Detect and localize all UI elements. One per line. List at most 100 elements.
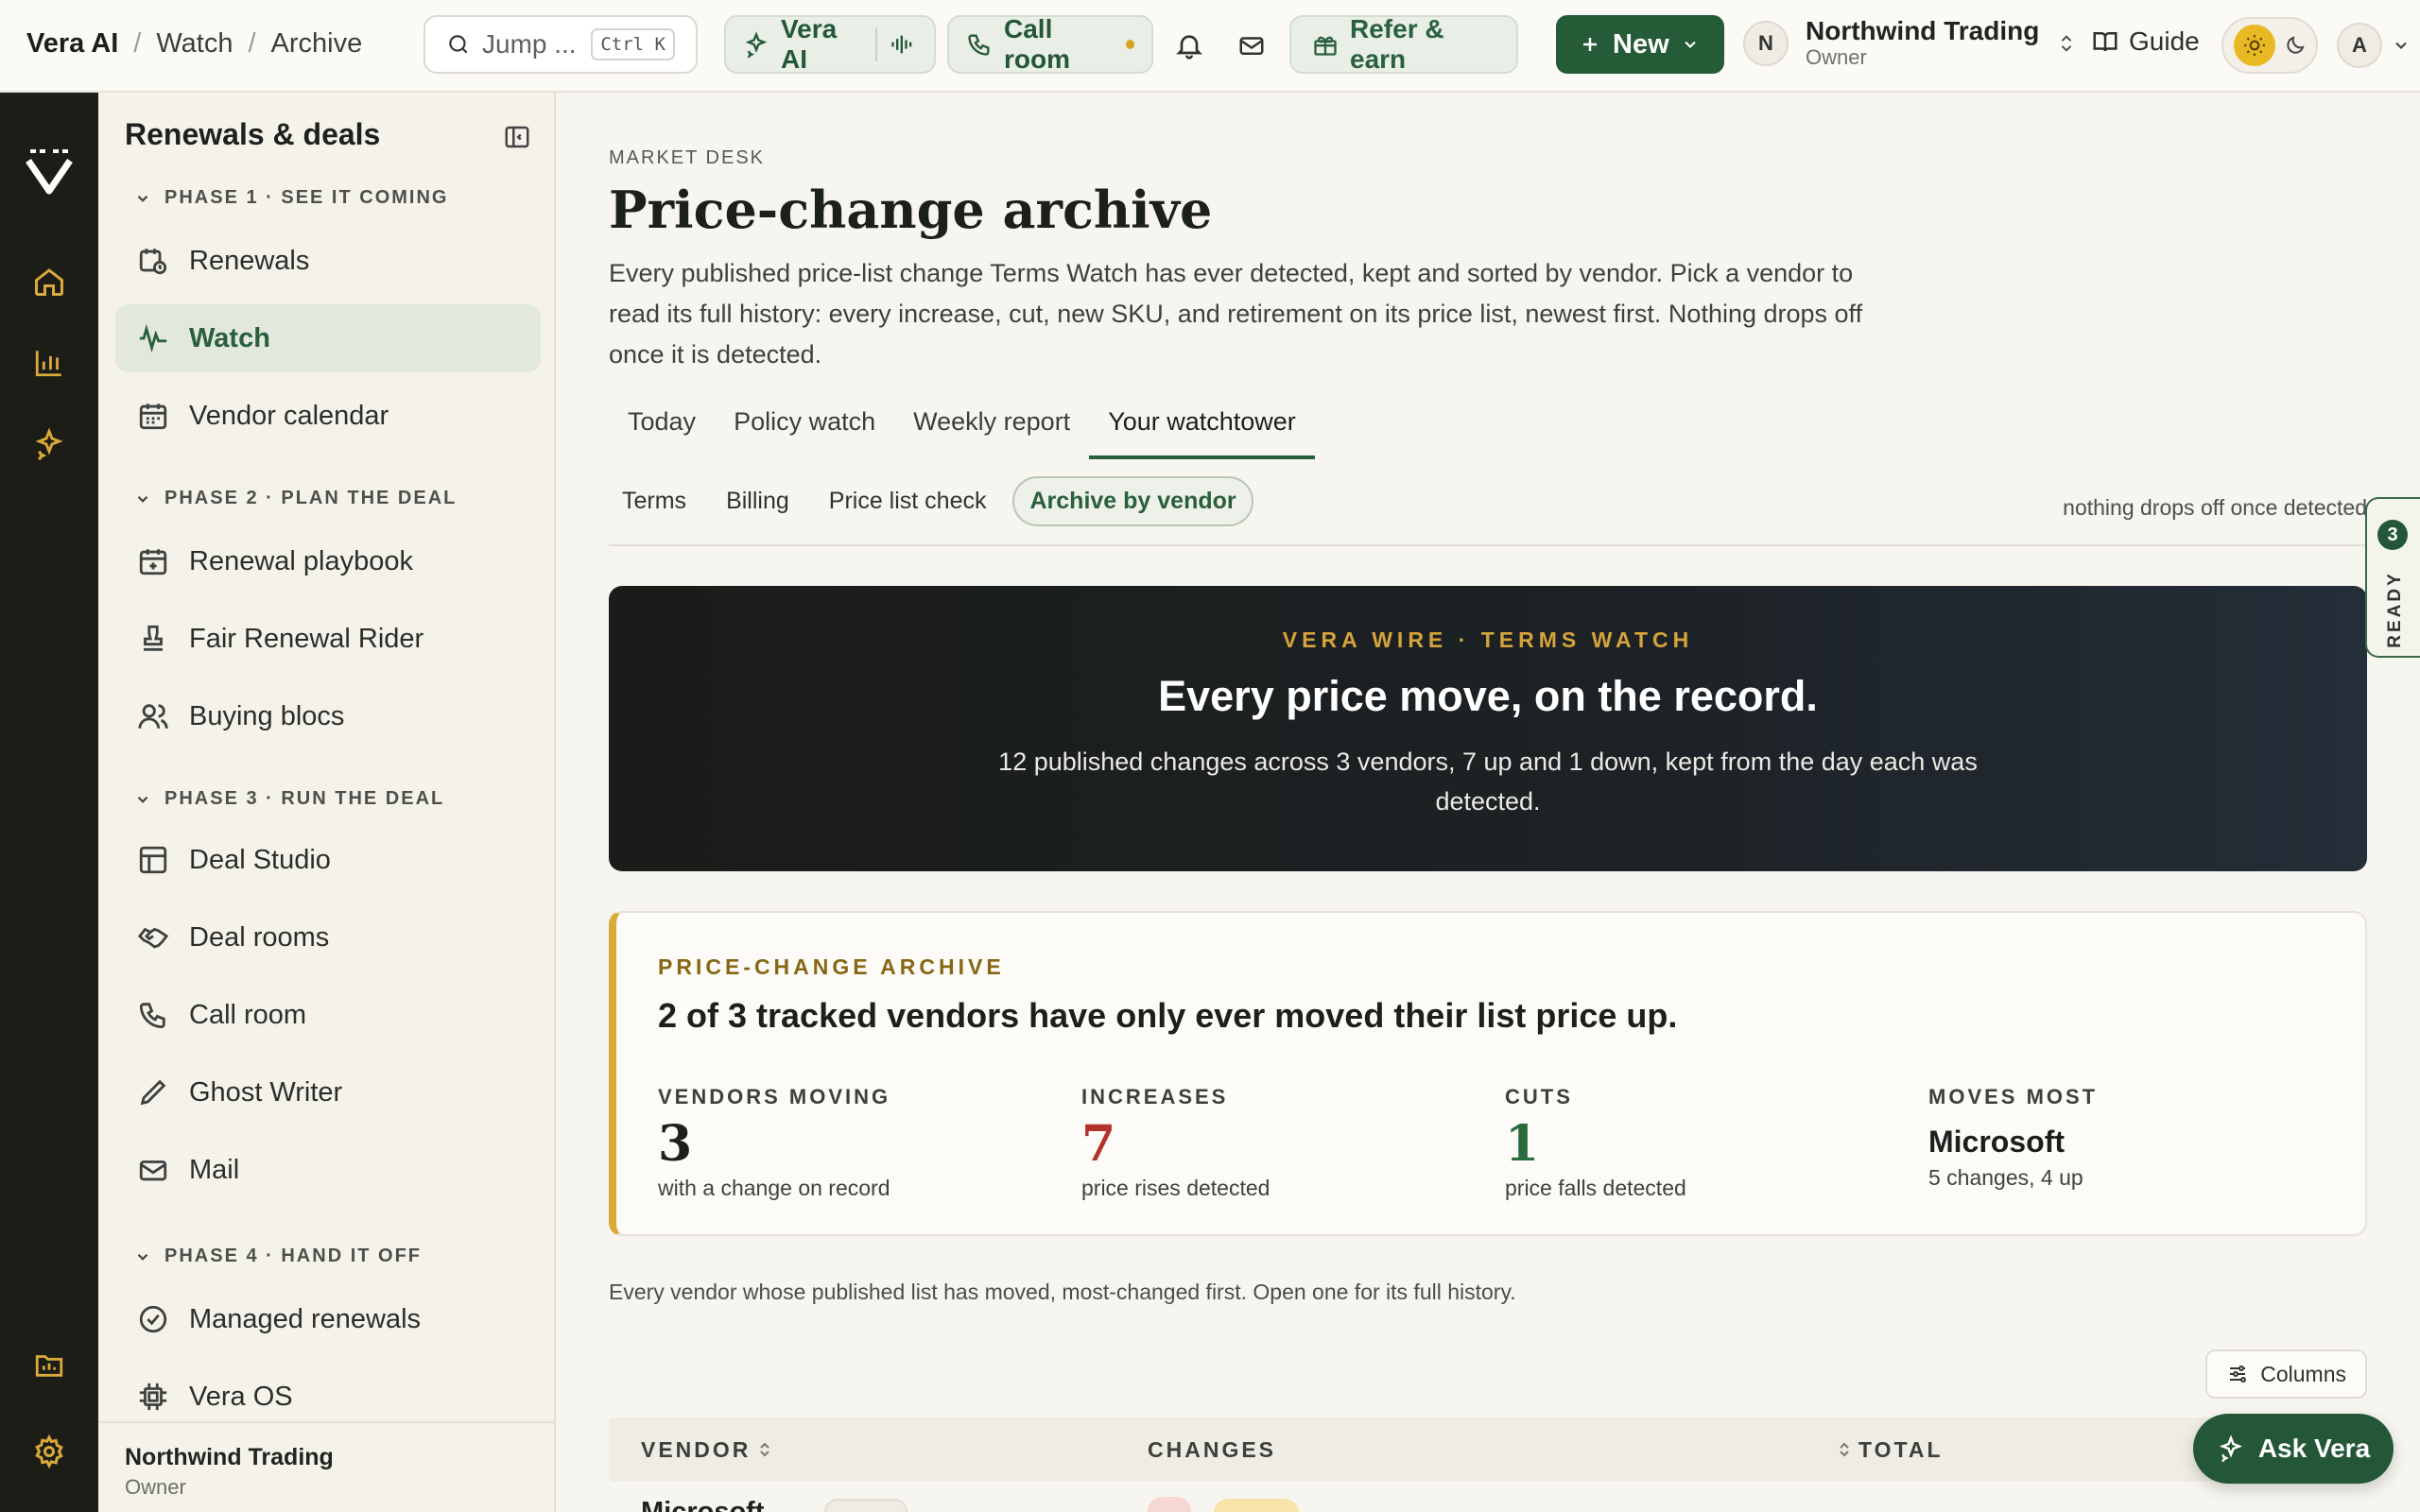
stat-increases: INCREASES 7 price rises detected — [1081, 1085, 1270, 1200]
breadcrumb-root[interactable]: Vera AI — [26, 28, 118, 60]
chevron-down-icon — [1681, 35, 1700, 54]
sparkle-icon[interactable] — [26, 421, 72, 467]
calendar-clock-icon — [136, 244, 170, 278]
new-button[interactable]: New — [1556, 15, 1724, 74]
footer-org-role: Owner — [125, 1475, 186, 1499]
sidebar-item-vendor-calendar[interactable]: Vendor calendar — [115, 382, 541, 450]
search-placeholder: Jump ... — [482, 29, 577, 59]
phone-icon — [966, 31, 993, 58]
users-icon — [136, 699, 170, 733]
stat-cuts: CUTS 1 price falls detected — [1505, 1085, 1686, 1200]
ready-drawer-tab[interactable]: 3 READY — [2365, 497, 2420, 658]
org-switcher[interactable]: N Northwind Trading Owner — [1743, 17, 2077, 70]
ask-vera-button[interactable]: Ask Vera — [2193, 1414, 2394, 1484]
search-icon — [446, 32, 471, 57]
sidebar-title: Renewals & deals — [125, 117, 381, 151]
refer-label: Refer & earn — [1350, 14, 1444, 74]
column-header-changes: CHANGES — [1148, 1436, 1277, 1462]
app-rail — [0, 93, 98, 1512]
breadcrumb-watch[interactable]: Watch — [156, 28, 233, 60]
chart-icon[interactable] — [26, 340, 72, 386]
phase-1-header[interactable]: PHASE 1 · SEE IT COMING — [134, 187, 448, 209]
increase-pill — [1148, 1497, 1191, 1512]
archive-summary-card: PRICE-CHANGE ARCHIVE 2 of 3 tracked vend… — [609, 911, 2367, 1236]
search-box[interactable]: Jump ... Ctrl K — [424, 15, 698, 74]
theme-toggle[interactable] — [2221, 17, 2318, 74]
org-name: Northwind Trading — [1806, 16, 2040, 45]
guide-link[interactable]: Guide — [2091, 26, 2200, 57]
vera-logo-icon[interactable] — [21, 144, 78, 200]
phase-2-header[interactable]: PHASE 2 · PLAN THE DEAL — [134, 488, 457, 509]
gear-icon[interactable] — [26, 1429, 72, 1474]
sidebar-item-buying-blocs[interactable]: Buying blocs — [115, 682, 541, 750]
book-icon — [2091, 27, 2119, 56]
subtab-price-list-check[interactable]: Price list check — [816, 478, 1000, 524]
vera-ai-label: Vera AI — [781, 14, 838, 74]
bell-icon[interactable] — [1168, 25, 1210, 66]
tab-your-watchtower[interactable]: Your watchtower — [1089, 404, 1315, 459]
sort-icon — [758, 1440, 771, 1459]
sidebar-item-deal-studio[interactable]: Deal Studio — [115, 826, 541, 894]
org-avatar: N — [1743, 21, 1789, 66]
mail-icon — [136, 1153, 170, 1187]
collapse-sidebar-icon[interactable] — [503, 123, 531, 151]
sidebar: Renewals & deals PHASE 1 · SEE IT COMING… — [98, 93, 556, 1512]
subtab-billing[interactable]: Billing — [713, 478, 803, 524]
vera-ai-button[interactable]: Vera AI — [724, 14, 936, 74]
phase-4-header[interactable]: PHASE 4 · HAND IT OFF — [134, 1246, 422, 1267]
inbox-icon[interactable] — [1231, 25, 1272, 66]
sidebar-item-ghost-writer[interactable]: Ghost Writer — [115, 1058, 541, 1126]
stamp-icon — [136, 622, 170, 656]
subtab-archive-by-vendor[interactable]: Archive by vendor — [1012, 476, 1253, 526]
sidebar-item-call-room[interactable]: Call room — [115, 981, 541, 1049]
sidebar-item-renewals[interactable]: Renewals — [115, 227, 541, 295]
search-shortcut: Ctrl K — [591, 28, 675, 60]
breadcrumb-separator: / — [133, 28, 142, 59]
retention-note: nothing drops off once detected — [2063, 495, 2367, 520]
user-menu[interactable]: A — [2337, 23, 2411, 68]
tab-policy-watch[interactable]: Policy watch — [715, 404, 894, 459]
sidebar-item-managed-renewals[interactable]: Managed renewals — [115, 1285, 541, 1353]
phone-icon — [136, 998, 170, 1032]
change-pill — [1214, 1499, 1299, 1512]
sort-icon — [1838, 1440, 1851, 1459]
stat-value: 3 — [658, 1115, 693, 1173]
folder-chart-icon[interactable] — [26, 1342, 72, 1387]
main-content: MARKET DESK Price-change archive Every p… — [556, 93, 2420, 1512]
handshake-icon — [136, 920, 170, 954]
column-header-total[interactable]: TOTAL — [1838, 1437, 1944, 1463]
chevron-updown-icon — [2056, 30, 2077, 57]
sidebar-item-renewal-playbook[interactable]: Renewal playbook — [115, 527, 541, 595]
guide-label: Guide — [2129, 26, 2200, 56]
sidebar-item-fair-renewal-rider[interactable]: Fair Renewal Rider — [115, 605, 541, 673]
home-icon[interactable] — [26, 259, 72, 304]
stat-vendors-moving: VENDORS MOVING 3 with a change on record — [658, 1085, 891, 1200]
sliders-icon — [2226, 1363, 2249, 1385]
sidebar-item-deal-rooms[interactable]: Deal rooms — [115, 903, 541, 971]
column-header-vendor[interactable]: VENDOR — [641, 1437, 771, 1463]
sidebar-item-watch[interactable]: Watch — [115, 304, 541, 372]
phase-3-header[interactable]: PHASE 3 · RUN THE DEAL — [134, 788, 444, 810]
sun-icon[interactable] — [2233, 25, 2275, 66]
call-room-button[interactable]: Call room — [947, 14, 1153, 74]
org-role: Owner — [1806, 45, 1867, 69]
tab-today[interactable]: Today — [609, 404, 715, 459]
subtab-terms[interactable]: Terms — [609, 478, 700, 524]
breadcrumb-separator: / — [248, 28, 256, 59]
sidebar-footer-account[interactable]: Northwind Trading Owner — [98, 1421, 554, 1512]
waveform-icon[interactable] — [889, 31, 917, 58]
layout-icon — [136, 843, 170, 877]
moon-icon[interactable] — [2284, 34, 2307, 57]
ready-label: READY — [2385, 571, 2405, 648]
columns-button[interactable]: Columns — [2205, 1349, 2367, 1399]
vendor-table-header: VENDOR CHANGES TOTAL — [609, 1418, 2367, 1482]
tab-weekly-report[interactable]: Weekly report — [894, 404, 1089, 459]
calendar-icon — [136, 399, 170, 433]
chip-icon — [136, 1380, 170, 1414]
sidebar-item-mail[interactable]: Mail — [115, 1136, 541, 1204]
table-row[interactable]: Microsoft — [609, 1484, 2367, 1512]
chevron-down-icon — [2392, 36, 2411, 55]
calendar-plus-icon — [136, 544, 170, 578]
refer-earn-button[interactable]: Refer & earn — [1289, 14, 1518, 74]
stat-value: 1 — [1505, 1115, 1540, 1173]
